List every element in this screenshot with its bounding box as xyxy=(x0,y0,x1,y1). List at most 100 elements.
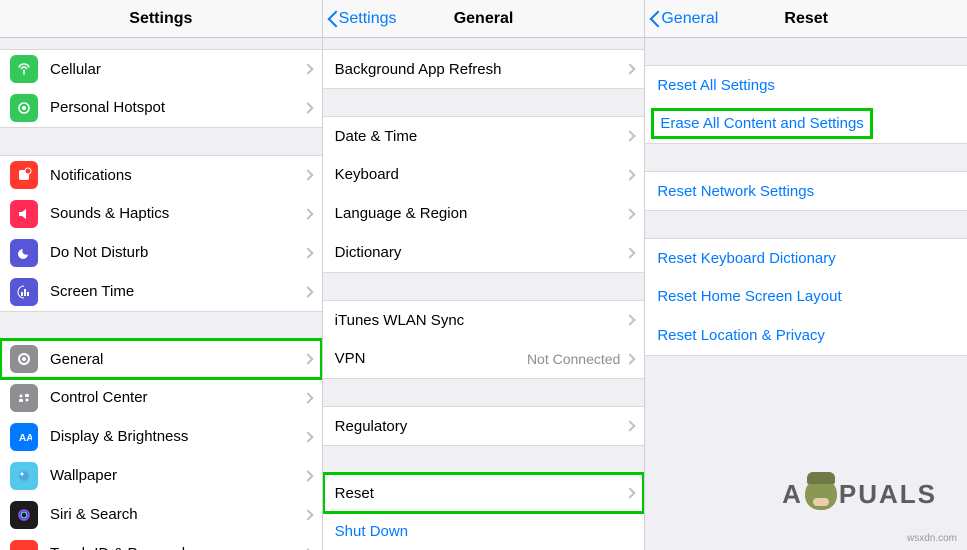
general-row[interactable]: Date & Time xyxy=(323,116,645,156)
general-row[interactable]: Shut Down xyxy=(323,512,645,550)
back-label: Settings xyxy=(339,10,397,28)
chevron-right-icon xyxy=(625,487,636,498)
chevron-left-icon xyxy=(327,10,339,28)
row-label: Reset Home Screen Layout xyxy=(657,288,957,305)
chevron-left-icon xyxy=(649,10,661,28)
display-icon: AA xyxy=(10,423,38,451)
svg-text:AA: AA xyxy=(19,433,32,444)
general-row[interactable]: Regulatory xyxy=(323,406,645,446)
general-row[interactable]: Dictionary xyxy=(323,233,645,273)
settings-row-siri[interactable]: Siri & Search xyxy=(0,495,322,535)
row-label: Cellular xyxy=(50,61,304,78)
general-icon xyxy=(10,345,38,373)
chevron-right-icon xyxy=(302,208,313,219)
row-label: Reset Keyboard Dictionary xyxy=(657,250,957,267)
row-label: Wallpaper xyxy=(50,467,304,484)
settings-row-dnd[interactable]: Do Not Disturb xyxy=(0,233,322,273)
row-label: General xyxy=(50,351,304,368)
reset-list: Reset All Settings Erase All Content and… xyxy=(645,38,967,550)
settings-row-touchid[interactable]: Touch ID & Passcode xyxy=(0,534,322,550)
touchid-icon xyxy=(10,540,38,550)
general-row[interactable]: Language & Region xyxy=(323,194,645,234)
chevron-right-icon xyxy=(302,470,313,481)
settings-list: Cellular Personal Hotspot Notifications … xyxy=(0,38,322,550)
reset-row[interactable]: Erase All Content and Settings xyxy=(645,104,967,144)
reset-row[interactable]: Reset Keyboard Dictionary xyxy=(645,238,967,278)
settings-row-screentime[interactable]: Screen Time xyxy=(0,272,322,312)
general-row[interactable]: Reset xyxy=(323,473,645,513)
settings-root-panel: Settings Cellular Personal Hotspot Notif… xyxy=(0,0,323,550)
settings-row-wallpaper[interactable]: Wallpaper xyxy=(0,456,322,496)
cellular-icon xyxy=(10,55,38,83)
settings-row-sounds[interactable]: Sounds & Haptics xyxy=(0,194,322,234)
row-label: Control Center xyxy=(50,389,304,406)
sounds-icon xyxy=(10,200,38,228)
page-title: Settings xyxy=(0,10,322,28)
appuals-logo: A PUALS xyxy=(782,478,937,510)
settings-row-controlcenter[interactable]: Control Center xyxy=(0,378,322,418)
row-label: Date & Time xyxy=(335,128,627,145)
row-label: Reset Location & Privacy xyxy=(657,327,957,344)
row-label: Screen Time xyxy=(50,283,304,300)
row-label: Notifications xyxy=(50,167,304,184)
siri-icon xyxy=(10,501,38,529)
header: General Reset xyxy=(645,0,967,38)
general-row[interactable]: iTunes WLAN Sync xyxy=(323,300,645,340)
row-label: Display & Brightness xyxy=(50,428,304,445)
chevron-right-icon xyxy=(625,63,636,74)
row-label: Erase All Content and Settings xyxy=(660,115,863,132)
settings-row-notifications[interactable]: Notifications xyxy=(0,155,322,195)
logo-head-icon xyxy=(805,478,837,510)
chevron-right-icon xyxy=(625,247,636,258)
general-row[interactable]: VPN Not Connected xyxy=(323,339,645,379)
reset-row[interactable]: Reset All Settings xyxy=(645,65,967,105)
general-panel: Settings General Background App Refresh … xyxy=(323,0,646,550)
settings-row-hotspot[interactable]: Personal Hotspot xyxy=(0,88,322,128)
reset-row[interactable]: Reset Network Settings xyxy=(645,171,967,211)
back-button[interactable]: Settings xyxy=(323,10,397,28)
general-row[interactable]: Keyboard xyxy=(323,155,645,195)
row-label: Keyboard xyxy=(335,166,627,183)
row-label: Do Not Disturb xyxy=(50,244,304,261)
chevron-right-icon xyxy=(302,392,313,403)
chevron-right-icon xyxy=(302,247,313,258)
row-label: Personal Hotspot xyxy=(50,99,304,116)
chevron-right-icon xyxy=(625,169,636,180)
back-label: General xyxy=(661,10,718,28)
row-value: Not Connected xyxy=(527,351,620,367)
chevron-right-icon xyxy=(302,431,313,442)
reset-row[interactable]: Reset Home Screen Layout xyxy=(645,277,967,317)
row-label: Sounds & Haptics xyxy=(50,205,304,222)
header: Settings General xyxy=(323,0,645,38)
watermark: wsxdn.com xyxy=(907,533,957,544)
notifications-icon xyxy=(10,161,38,189)
row-label: Background App Refresh xyxy=(335,61,627,78)
row-label: VPN xyxy=(335,350,527,367)
row-label: Regulatory xyxy=(335,418,627,435)
chevron-right-icon xyxy=(625,314,636,325)
row-label: Language & Region xyxy=(335,205,627,222)
chevron-right-icon xyxy=(302,286,313,297)
wallpaper-icon xyxy=(10,462,38,490)
chevron-right-icon xyxy=(302,169,313,180)
settings-row-display[interactable]: AA Display & Brightness xyxy=(0,417,322,457)
general-row[interactable]: Background App Refresh xyxy=(323,49,645,89)
chevron-right-icon xyxy=(302,63,313,74)
reset-row[interactable]: Reset Location & Privacy xyxy=(645,316,967,356)
back-button[interactable]: General xyxy=(645,10,718,28)
row-label: Reset xyxy=(335,485,627,502)
row-label: Reset Network Settings xyxy=(657,183,957,200)
chevron-right-icon xyxy=(625,420,636,431)
settings-row-cellular[interactable]: Cellular xyxy=(0,49,322,89)
settings-row-general[interactable]: General xyxy=(0,339,322,379)
reset-panel: General Reset Reset All Settings Erase A… xyxy=(645,0,967,550)
hotspot-icon xyxy=(10,94,38,122)
row-label: iTunes WLAN Sync xyxy=(335,312,627,329)
chevron-right-icon xyxy=(625,130,636,141)
row-label: Dictionary xyxy=(335,244,627,261)
row-label: Touch ID & Passcode xyxy=(50,545,304,550)
row-label: Shut Down xyxy=(335,523,635,540)
row-label: Reset All Settings xyxy=(657,77,957,94)
chevron-right-icon xyxy=(302,509,313,520)
chevron-right-icon xyxy=(625,208,636,219)
